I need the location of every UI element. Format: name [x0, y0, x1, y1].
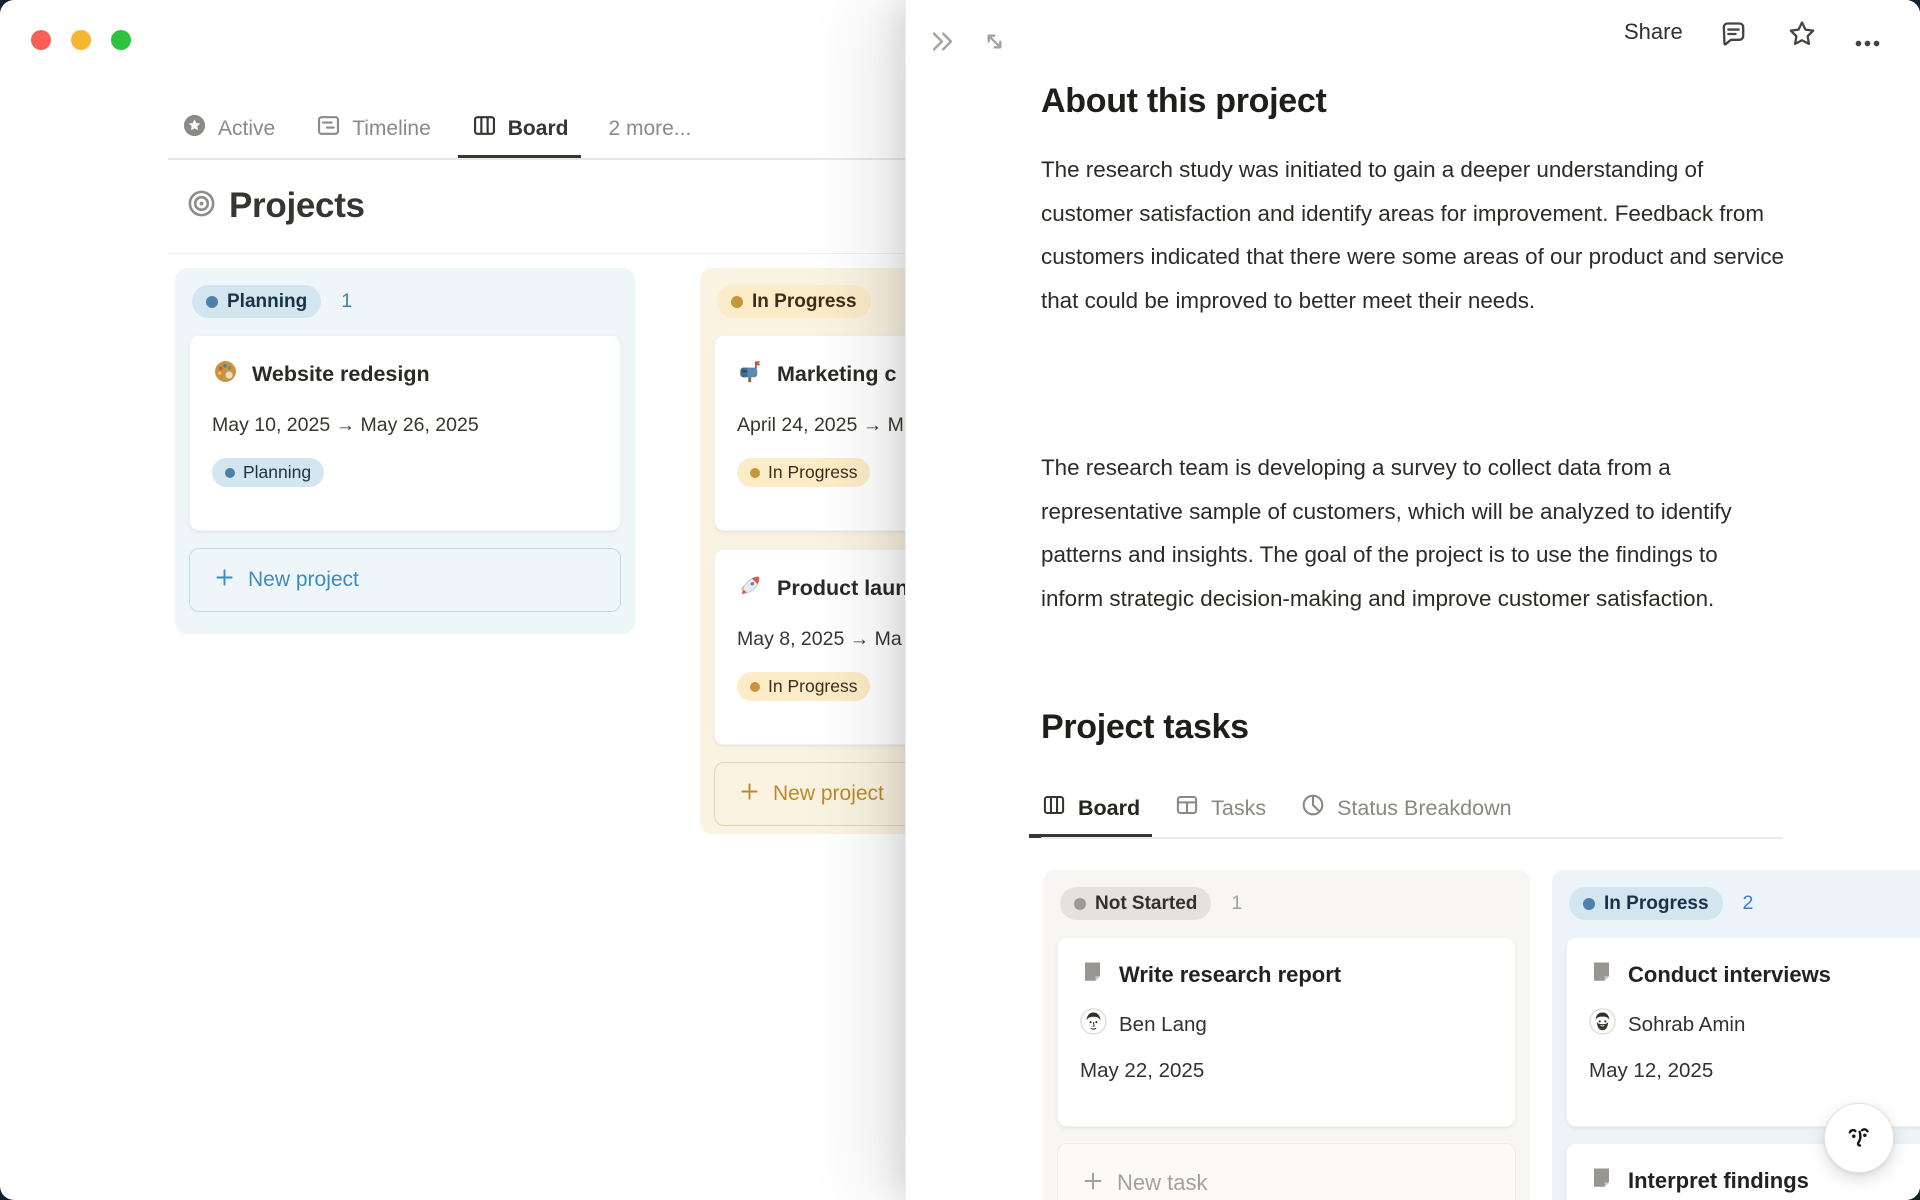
status-tag-not-started[interactable]: Not Started [1060, 887, 1212, 920]
board-columns-icon [471, 112, 498, 145]
task-tab-board[interactable]: Board [1029, 782, 1153, 838]
minimize-window-button[interactable] [71, 30, 91, 50]
board-column-planning: Planning 1 Website redesign May 10, 2025… [175, 268, 635, 634]
table-icon [1174, 792, 1200, 824]
timeline-icon [315, 112, 342, 145]
status-dot [731, 295, 743, 308]
task-tab-status-breakdown[interactable]: Status Breakdown [1288, 782, 1524, 838]
tab-label: 2 more... [608, 116, 692, 140]
page-icon [1589, 1165, 1614, 1196]
task-tab-tasks[interactable]: Tasks [1162, 782, 1278, 838]
star-circle-icon [181, 112, 208, 145]
task-title-text: Conduct interviews [1628, 961, 1831, 987]
board-columns-icon [1041, 792, 1067, 824]
task-tabs-divider [1041, 837, 1783, 839]
notion-ai-button[interactable] [1824, 1103, 1894, 1173]
assignee-name: Ben Lang [1119, 1012, 1207, 1036]
double-chevron-right-icon [932, 32, 953, 51]
project-card-website-redesign[interactable]: Website redesign May 10, 2025 → May 26, … [189, 335, 621, 531]
page-icon [1080, 959, 1105, 990]
close-side-peek-button[interactable] [928, 27, 957, 61]
column-count: 1 [341, 290, 353, 312]
rocket-emoji [737, 572, 764, 605]
project-tasks-heading: Project tasks [1041, 708, 1249, 746]
plus-icon [739, 781, 760, 808]
tab-active[interactable]: Active [168, 102, 288, 159]
status-dot [1583, 897, 1595, 910]
about-heading: About this project [1041, 82, 1327, 120]
status-tag-in-progress[interactable]: In Progress [1569, 887, 1723, 920]
zoom-window-button[interactable] [111, 30, 131, 50]
status-dot [750, 681, 760, 692]
view-tabs: Active Timeline Board 2 more... [168, 102, 704, 159]
plus-icon [214, 567, 235, 594]
window-controls [31, 30, 131, 50]
tab-timeline[interactable]: Timeline [302, 102, 444, 159]
column-count: 2 [1742, 892, 1754, 914]
task-card-write-research-report[interactable]: Write research report Ben Lang May 22, 2… [1057, 937, 1516, 1127]
card-date-range: May 10, 2025 → May 26, 2025 [212, 414, 479, 436]
column-header: Planning 1 [192, 285, 621, 318]
app-window: Active Timeline Board 2 more... Projects… [0, 0, 1920, 1200]
about-paragraph-1: The research study was initiated to gain… [1041, 157, 1785, 313]
comment-bubble-icon [1722, 22, 1745, 46]
tab-label: Timeline [352, 116, 431, 140]
task-date: May 12, 2025 [1589, 1059, 1714, 1082]
comments-button[interactable] [1718, 19, 1749, 55]
status-dot [1074, 897, 1086, 910]
status-tag-in-progress[interactable]: In Progress [717, 285, 871, 318]
avatar [1080, 1008, 1107, 1041]
card-status-tag: In Progress [737, 458, 871, 487]
target-icon [186, 188, 217, 224]
status-dot [225, 467, 235, 478]
pie-chart-icon [1300, 792, 1326, 824]
palette-emoji [212, 358, 239, 391]
tab-board[interactable]: Board [457, 102, 582, 159]
column-header: In Progress 2 [1569, 887, 1920, 920]
status-dot [206, 295, 218, 308]
avatar [1589, 1008, 1616, 1041]
card-status-tag: Planning [212, 458, 325, 487]
assignee-row: Ben Lang [1080, 1008, 1493, 1041]
card-title-text: Website redesign [252, 362, 430, 386]
page-icon [1589, 959, 1614, 990]
assignee-row: Sohrab Amin [1589, 1008, 1920, 1041]
task-column-not-started: Not Started 1 Write research report Ben … [1043, 870, 1530, 1200]
section-divider [168, 253, 905, 254]
task-card-conduct-interviews[interactable]: Conduct interviews Sohrab Amin May 12, 2… [1566, 937, 1920, 1127]
status-dot [750, 467, 760, 478]
column-count: 1 [1231, 892, 1243, 914]
expand-page-button[interactable] [980, 27, 1009, 61]
tab-label: Active [218, 116, 276, 140]
star-icon [1789, 21, 1815, 45]
page-title-text: Projects [229, 186, 365, 225]
status-tag-planning[interactable]: Planning [192, 285, 322, 318]
assignee-name: Sohrab Amin [1628, 1012, 1746, 1036]
more-options-button[interactable] [1852, 28, 1883, 64]
new-project-button[interactable]: New project [189, 548, 621, 612]
tab-label: Board [507, 116, 569, 140]
column-header: Not Started 1 [1060, 887, 1516, 920]
close-window-button[interactable] [31, 30, 51, 50]
task-title-text: Interpret findings [1628, 1167, 1809, 1193]
expand-diagonal-icon [987, 34, 1002, 49]
new-task-button[interactable]: New task [1057, 1143, 1516, 1200]
about-paragraph-2: The research team is developing a survey… [1041, 455, 1732, 611]
notion-ai-face-icon [1848, 1128, 1869, 1147]
mailbox-emoji [737, 358, 764, 391]
more-ellipsis-icon [1855, 40, 1880, 47]
favorite-button[interactable] [1786, 18, 1818, 55]
page-title: Projects [186, 186, 365, 226]
card-status-tag: In Progress [737, 672, 871, 701]
plus-icon [1082, 1170, 1104, 1198]
tabs-divider [168, 158, 905, 160]
task-title-text: Write research report [1119, 961, 1342, 987]
task-date: May 22, 2025 [1080, 1059, 1205, 1082]
card-title-text: Marketing c [777, 362, 897, 386]
tab-more-views[interactable]: 2 more... [595, 102, 704, 159]
card-title-text: Product laun [777, 576, 909, 600]
task-view-tabs: Board Tasks Status Breakdown [1029, 782, 1524, 838]
share-button[interactable]: Share [1624, 19, 1683, 45]
